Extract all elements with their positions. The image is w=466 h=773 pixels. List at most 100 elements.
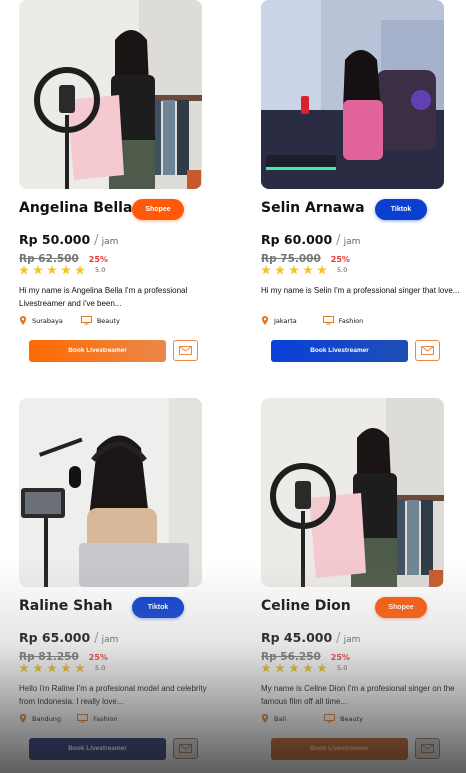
rating-row: 5.0 (261, 265, 347, 275)
livestreamer-name: Angelina Bella (19, 200, 133, 216)
meta-row: Bandung Fashion (19, 714, 118, 723)
location-pin-icon (19, 714, 27, 723)
star-icon (289, 663, 299, 673)
monitor-icon (324, 714, 336, 723)
livestreamer-description: Hi my name is Selin I'm a professional s… (261, 286, 460, 295)
livestreamer-photo[interactable] (19, 398, 202, 587)
star-icon (33, 663, 43, 673)
price-unit: / jam (336, 233, 361, 248)
old-price: Rp 81.250 (19, 651, 79, 663)
star-icon (19, 265, 29, 275)
star-icon (303, 663, 313, 673)
livestreamer-name: Celine Dion (261, 598, 351, 614)
old-price-row: Rp 62.500 25% (19, 247, 108, 266)
star-icon (303, 265, 313, 275)
price: Rp 50.000 (19, 232, 91, 247)
message-button[interactable] (173, 340, 198, 361)
star-icon (275, 663, 285, 673)
livestreamer-photo[interactable] (261, 0, 444, 189)
location-pin-icon (261, 316, 269, 325)
location-pin-icon (19, 316, 27, 325)
old-price-row: Rp 56.250 25% (261, 645, 350, 664)
location-label: Bali (274, 714, 287, 723)
discount-badge: 25% (88, 653, 108, 662)
book-livestreamer-button[interactable]: Book Livestreamer (29, 738, 166, 760)
livestreamer-name: Selin Arnawa (261, 200, 365, 216)
rating-row: 5.0 (19, 663, 105, 673)
star-icon (289, 265, 299, 275)
star-icon (47, 265, 57, 275)
livestreamer-photo[interactable] (261, 398, 444, 587)
category-label: Fashion (93, 714, 118, 723)
rating-row: 5.0 (19, 265, 105, 275)
discount-badge: 25% (330, 255, 350, 264)
star-icon (317, 663, 327, 673)
livestreamer-description: Hello i'm Raline I'm a profesional model… (19, 684, 207, 706)
book-livestreamer-button[interactable]: Book Livestreamer (29, 340, 166, 362)
discount-badge: 25% (88, 255, 108, 264)
old-price-row: Rp 75.000 25% (261, 247, 350, 266)
price-unit: / jam (336, 631, 361, 646)
livestreamer-description: Hi my name is Angelina Bella I'm a profe… (19, 286, 188, 308)
rating-value: 5.0 (337, 664, 348, 672)
old-price: Rp 62.500 (19, 253, 79, 265)
star-icon (61, 663, 71, 673)
price-row: Rp 65.000/jam (19, 627, 118, 646)
price: Rp 60.000 (261, 232, 333, 247)
category-label: Fashion (338, 316, 364, 325)
price: Rp 65.000 (19, 630, 91, 645)
mail-icon (421, 346, 434, 355)
book-livestreamer-button[interactable]: Book Livestreamer (271, 738, 408, 760)
old-price: Rp 75.000 (261, 253, 321, 265)
star-icon (261, 663, 271, 673)
meta-row: Jakarta Fashion (261, 316, 363, 325)
star-icon (33, 265, 43, 275)
price-unit: / jam (94, 631, 119, 646)
monitor-icon (322, 316, 334, 325)
star-icon (275, 265, 285, 275)
star-icon (75, 265, 85, 275)
price-row: Rp 60.000/jam (261, 229, 360, 248)
rating-value: 5.0 (95, 664, 106, 672)
message-button[interactable] (173, 738, 198, 759)
category-label: Beauty (340, 714, 364, 723)
message-button[interactable] (415, 340, 440, 361)
price-row: Rp 50.000/jam (19, 229, 118, 248)
star-icon (75, 663, 85, 673)
message-button[interactable] (415, 738, 440, 759)
livestreamer-description: My name is Celine Dion I'm a profesional… (261, 684, 455, 706)
rating-value: 5.0 (95, 266, 106, 274)
location-label: Bandung (32, 714, 62, 723)
price: Rp 45.000 (261, 630, 333, 645)
livestreamer-photo[interactable] (19, 0, 202, 189)
meta-row: Bali Beauty (261, 714, 363, 723)
star-icon (261, 265, 271, 275)
livestreamer-name: Raline Shah (19, 598, 113, 614)
star-icon (19, 663, 29, 673)
platform-badge[interactable]: Shopee (375, 597, 427, 618)
mail-icon (421, 744, 434, 753)
price-unit: / jam (94, 233, 119, 248)
star-icon (317, 265, 327, 275)
old-price: Rp 56.250 (261, 651, 321, 663)
location-pin-icon (261, 714, 269, 723)
monitor-icon (80, 316, 92, 325)
meta-row: Surabaya Beauty (19, 316, 120, 325)
location-label: Surabaya (32, 316, 63, 325)
platform-badge[interactable]: Tiktok (132, 597, 184, 618)
old-price-row: Rp 81.250 25% (19, 645, 108, 664)
monitor-icon (77, 714, 89, 723)
rating-value: 5.0 (337, 266, 348, 274)
category-label: Beauty (96, 316, 120, 325)
star-icon (47, 663, 57, 673)
star-icon (61, 265, 71, 275)
location-label: Jakarta (274, 316, 297, 325)
price-row: Rp 45.000/jam (261, 627, 360, 646)
discount-badge: 25% (330, 653, 350, 662)
book-livestreamer-button[interactable]: Book Livestreamer (271, 340, 408, 362)
platform-badge[interactable]: Shopee (132, 199, 184, 220)
mail-icon (179, 744, 192, 753)
mail-icon (179, 346, 192, 355)
platform-badge[interactable]: Tiktok (375, 199, 427, 220)
rating-row: 5.0 (261, 663, 347, 673)
